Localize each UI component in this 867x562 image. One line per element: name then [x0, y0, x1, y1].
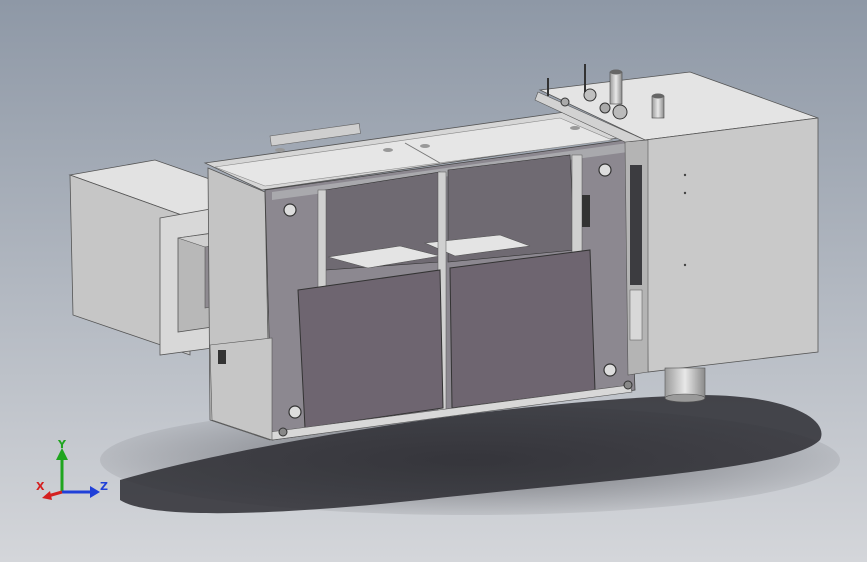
y-axis-label: Y	[57, 438, 67, 451]
axis-triad-icon: Y Z X	[36, 438, 108, 500]
x-axis-label: X	[36, 480, 45, 493]
z-axis-label: Z	[100, 480, 108, 493]
cad-model-icon[interactable]	[0, 0, 867, 562]
cad-viewport[interactable]: Y Z X	[0, 0, 867, 562]
